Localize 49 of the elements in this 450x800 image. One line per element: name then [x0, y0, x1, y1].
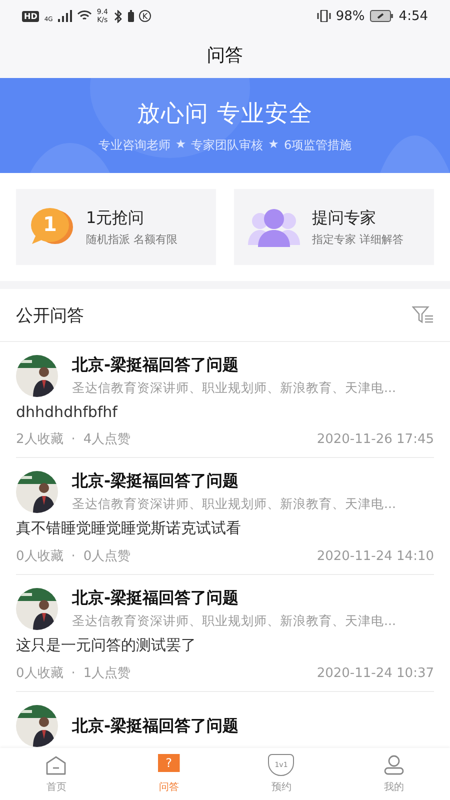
card-subtitle: 随机指派 名额有限	[86, 232, 178, 246]
dot-separator: ·	[71, 432, 76, 446]
question-text: 这只是一元问答的测试罢了	[16, 636, 197, 655]
likes-count: 1人点赞	[83, 665, 131, 682]
wifi-icon	[76, 10, 92, 22]
battery-icon	[370, 10, 394, 22]
dot-separator: ·	[71, 666, 76, 680]
answerer-bio: 圣达信教育资深讲师、职业规划师、新浪教育、天津电...	[72, 496, 396, 513]
favorites-count: 2人收藏	[16, 431, 64, 448]
card-title: 1元抢问	[86, 208, 146, 228]
answerer-bio: 圣达信教育资深讲师、职业规划师、新浪教育、天津电...	[72, 380, 396, 397]
page-title: 问答	[207, 44, 243, 67]
answer-title[interactable]: 北京-梁挺福回答了问题	[72, 471, 396, 492]
answer-date: 2020-11-24 14:10	[316, 548, 434, 564]
banner-headline: 放心问 专业安全	[136, 100, 314, 128]
question-text: dhhdhdhfbfhf	[16, 403, 119, 421]
star-separator: ★	[175, 136, 186, 152]
banner-feature: 专家团队审核	[191, 136, 264, 154]
answer-date: 2020-11-26 17:45	[316, 432, 434, 446]
answerer-bio: 圣达信教育资深讲师、职业规划师、新浪教育、天津电...	[72, 613, 396, 630]
answer-title[interactable]: 北京-梁挺福回答了问题	[72, 355, 396, 376]
signal-icon	[58, 10, 72, 22]
question-text: 真不错睡觉睡觉睡觉斯诺克试试看	[16, 519, 242, 538]
likes-count: 4人点赞	[83, 431, 131, 448]
battery-small-icon	[128, 10, 134, 22]
vibrate-icon	[316, 10, 331, 22]
star-separator: ★	[268, 136, 279, 152]
hd-badge: HD	[22, 10, 40, 22]
clock-time: 4:54	[398, 8, 428, 24]
answer-title[interactable]: 北京-梁挺福回答了问题	[72, 716, 239, 736]
action-card[interactable]: 1 1元抢问 随机指派 名额有限	[16, 189, 216, 265]
banner-feature: 6项监管措施	[284, 136, 352, 154]
home-icon	[45, 754, 68, 776]
dot-separator: ·	[71, 548, 76, 564]
card-subtitle: 指定专家 详细解答	[312, 232, 404, 246]
answer-title[interactable]: 北京-梁挺福回答了问题	[72, 588, 396, 609]
section-title: 公开问答	[16, 304, 84, 326]
action-card[interactable]: 提问专家 指定专家 详细解答	[234, 189, 434, 265]
filter-icon[interactable]	[412, 306, 434, 324]
favorites-count: 0人收藏	[16, 548, 64, 565]
bluetooth-icon	[112, 10, 123, 22]
person-icon	[382, 754, 405, 776]
likes-count: 0人点赞	[83, 548, 131, 565]
battery-percent: 98%	[336, 8, 365, 24]
card-title: 提问专家	[312, 208, 377, 228]
favorites-count: 0人收藏	[16, 665, 64, 682]
answer-date: 2020-11-24 10:37	[316, 666, 434, 680]
banner-feature: 专业咨询老师	[98, 136, 170, 154]
k-icon: K	[138, 10, 151, 22]
